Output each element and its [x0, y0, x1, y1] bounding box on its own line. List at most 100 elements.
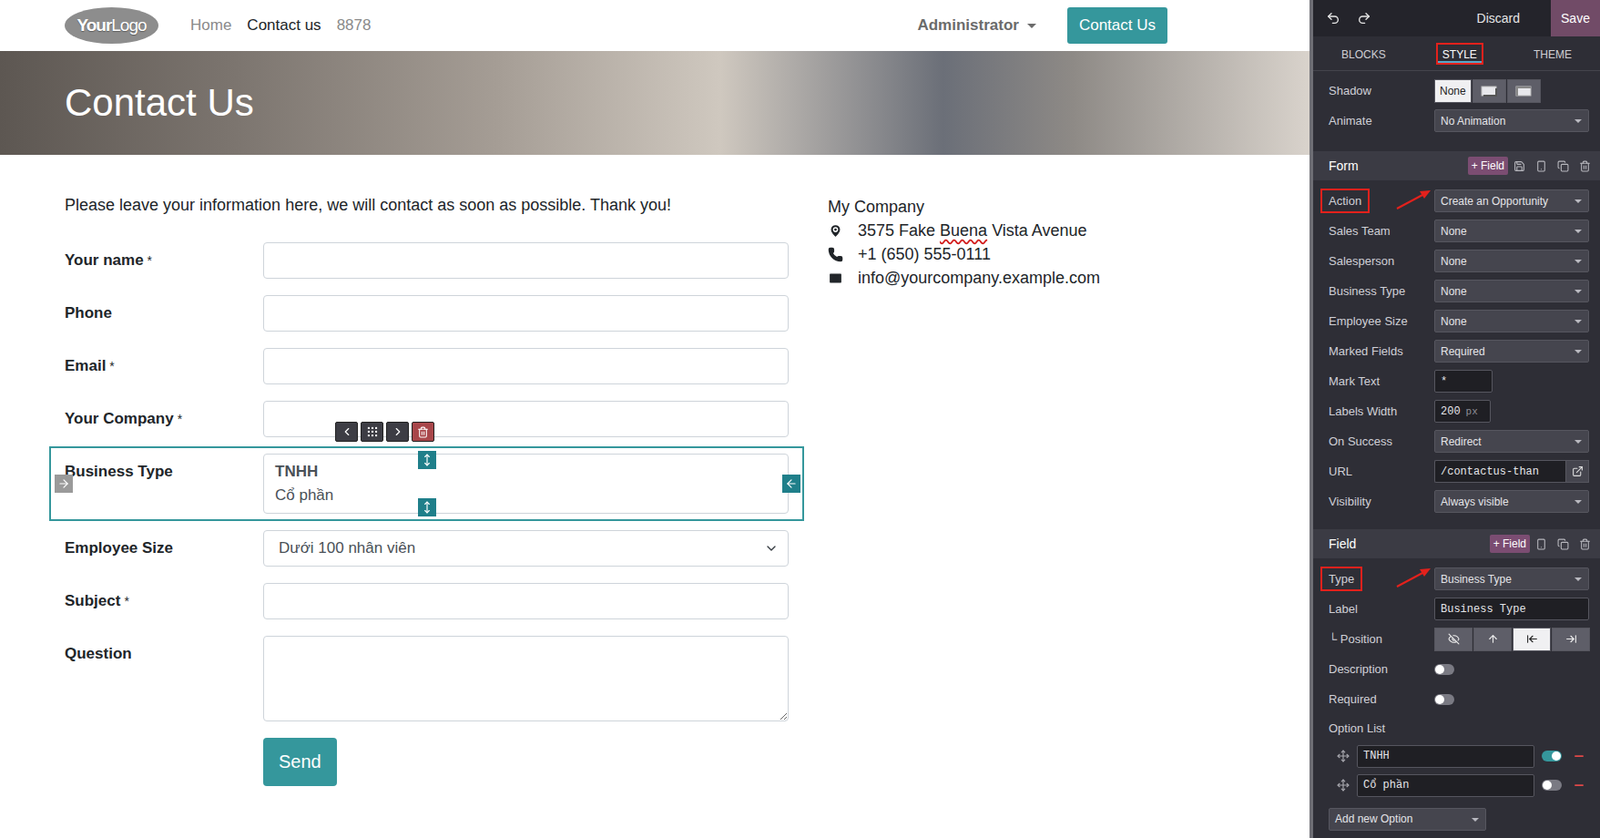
logo-rest: Logo	[111, 15, 146, 36]
trash-icon[interactable]	[1579, 160, 1591, 173]
url-input[interactable]: /contactus-than	[1434, 459, 1566, 483]
position-button[interactable]	[1512, 627, 1551, 652]
option-row: LabelBusiness Type	[1313, 593, 1600, 624]
arrow-right-icon	[57, 477, 71, 490]
send-button[interactable]: Send	[263, 737, 337, 786]
default-toggle[interactable]	[1541, 750, 1562, 762]
editor-tab[interactable]: THEME	[1527, 42, 1579, 65]
inset-shadow-icon	[1515, 85, 1532, 97]
select[interactable]: Dưới 100 nhân viên	[263, 529, 789, 567]
move-left-button[interactable]	[335, 421, 358, 442]
mobile-icon[interactable]	[1535, 160, 1548, 173]
remove-button[interactable]	[411, 421, 435, 442]
undo-icon[interactable]	[1325, 10, 1341, 26]
contact-us-button[interactable]: Contact Us	[1067, 7, 1168, 44]
option-label: Salesperson	[1328, 254, 1435, 268]
option-select[interactable]: Always visible	[1434, 489, 1590, 513]
save-button[interactable]: Save	[1550, 0, 1600, 37]
remove-option-button[interactable]	[1572, 749, 1586, 763]
choice-button[interactable]: None	[1434, 79, 1472, 103]
listbox-option[interactable]: Cổ phần	[275, 483, 777, 508]
option-select[interactable]: None	[1434, 249, 1590, 273]
banner-title: Contact Us	[64, 81, 255, 125]
option-select[interactable]: Create an Opportunity	[1434, 189, 1590, 213]
field-label: Phone	[64, 304, 264, 323]
resize-left-handle[interactable]	[54, 474, 73, 493]
add-field-button[interactable]: + Field	[1489, 534, 1530, 553]
resize-vertical-icon	[420, 453, 434, 467]
annotation-arrow-icon	[1395, 566, 1432, 589]
contact-form: Please leave your information here, we w…	[64, 194, 789, 786]
drag-handle[interactable]	[1336, 749, 1350, 763]
editor-tab[interactable]: BLOCKS	[1335, 42, 1393, 65]
text-input[interactable]	[263, 582, 789, 620]
option-select[interactable]: None	[1434, 309, 1590, 333]
unit-input[interactable]: 200px	[1434, 399, 1491, 423]
choice-button[interactable]	[1472, 79, 1507, 103]
field-label: Subject*	[64, 591, 264, 611]
option-label: Mark Text	[1328, 374, 1435, 388]
mobile-icon[interactable]	[1535, 538, 1548, 551]
add-option-select[interactable]: Add new Option	[1328, 807, 1487, 831]
option-select[interactable]: None	[1434, 219, 1590, 243]
nav-link[interactable]: Contact us	[246, 16, 321, 35]
option-row: ActionCreate an Opportunity	[1313, 185, 1600, 216]
text-input[interactable]	[263, 242, 789, 279]
discard-button[interactable]: Discard	[1462, 0, 1535, 37]
redo-icon[interactable]	[1356, 10, 1372, 26]
form-field[interactable]: Question	[64, 635, 789, 722]
map-pin-icon	[827, 223, 844, 239]
default-toggle[interactable]	[1541, 779, 1562, 791]
drag-button[interactable]	[360, 421, 384, 442]
position-button[interactable]	[1434, 627, 1473, 652]
editor-topbar: Discard Save	[1313, 0, 1600, 37]
form-field[interactable]: Phone	[64, 295, 789, 332]
duplicate-icon[interactable]	[1557, 538, 1570, 551]
option-input[interactable]: Cổ phần	[1356, 774, 1535, 797]
text-input[interactable]	[263, 295, 789, 332]
text-input[interactable]	[263, 347, 789, 385]
form-field[interactable]: Email*	[64, 347, 789, 385]
add-field-button[interactable]: + Field	[1467, 156, 1509, 175]
toggle[interactable]	[1434, 663, 1455, 675]
option-input[interactable]: Business Type	[1434, 597, 1590, 621]
position-button[interactable]	[1473, 627, 1512, 652]
form-field[interactable]: Subject*	[64, 582, 789, 620]
selected-form-field[interactable]: Business TypeTNHHCổ phần	[49, 446, 805, 521]
move-right-button[interactable]	[386, 421, 409, 442]
unit-label: px	[1466, 406, 1478, 418]
option-list-item[interactable]: TNHH	[1313, 741, 1600, 771]
user-menu[interactable]: Administrator	[917, 16, 1036, 35]
resize-right-handle[interactable]	[782, 474, 801, 493]
logo[interactable]: YourLogo	[64, 7, 159, 44]
option-input[interactable]: *	[1434, 369, 1493, 393]
trash-icon[interactable]	[1579, 538, 1591, 551]
choice-button[interactable]	[1507, 79, 1541, 103]
option-list-item[interactable]: Cổ phần	[1313, 770, 1600, 800]
duplicate-icon[interactable]	[1557, 160, 1570, 173]
toggle[interactable]	[1434, 693, 1455, 705]
form-field[interactable]: Your name*	[64, 242, 789, 279]
nav-link[interactable]: 8878	[336, 16, 372, 35]
editor-tab[interactable]: STYLE	[1436, 42, 1484, 65]
section-title: Form	[1328, 158, 1468, 174]
resize-bottom-handle[interactable]	[417, 498, 437, 517]
drag-handle[interactable]	[1336, 778, 1350, 792]
form-field[interactable]: Employee SizeDưới 100 nhân viên	[64, 529, 789, 567]
option-select[interactable]: No Animation	[1434, 109, 1590, 133]
remove-option-button[interactable]	[1572, 778, 1586, 792]
option-select[interactable]: Business Type	[1434, 567, 1590, 591]
listbox[interactable]: TNHHCổ phần	[263, 453, 789, 514]
listbox-option[interactable]: TNHH	[275, 459, 777, 484]
position-choices	[1434, 627, 1590, 652]
option-select[interactable]: Required	[1434, 339, 1590, 363]
nav-link[interactable]: Home	[190, 16, 232, 35]
option-input[interactable]: TNHH	[1356, 744, 1535, 768]
resize-top-handle[interactable]	[417, 450, 437, 469]
textarea[interactable]	[263, 635, 789, 722]
position-button[interactable]	[1551, 627, 1590, 652]
option-select[interactable]: Redirect	[1434, 429, 1590, 453]
option-select[interactable]: None	[1434, 279, 1590, 303]
save-icon[interactable]	[1513, 160, 1526, 173]
open-url-button[interactable]	[1565, 459, 1590, 483]
